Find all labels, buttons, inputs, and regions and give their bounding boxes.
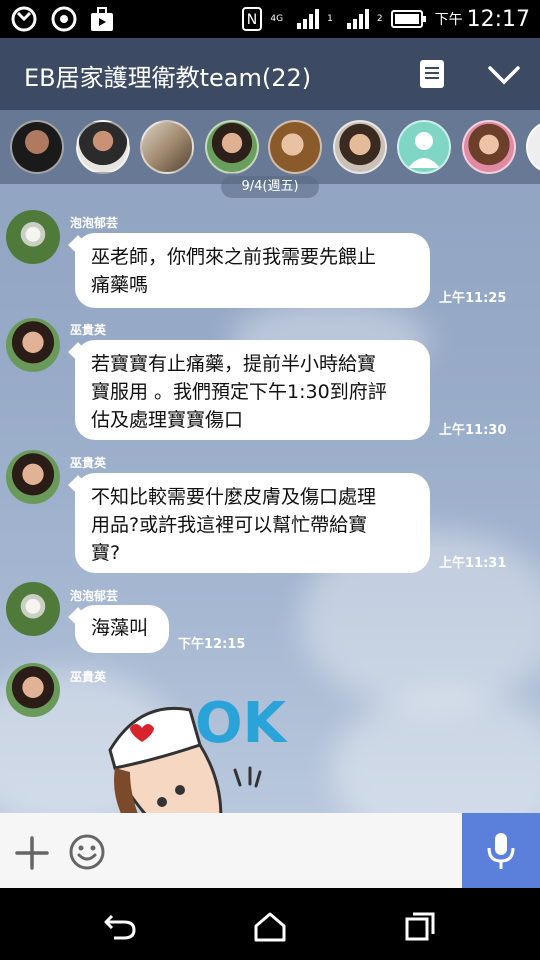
sender-name: 泡泡郁芸 (70, 216, 119, 230)
sender-name: 泡泡郁芸 (70, 589, 119, 603)
message-line: 巫老師，你們來之前我需要先餵止 (91, 246, 377, 268)
network-type: 4G (270, 14, 284, 24)
message-line: 寶服用 。我們預定下午1:30到府評 (91, 381, 387, 403)
clock-ampm: 下午 (434, 12, 463, 28)
sender-name: 巫貴英 (70, 323, 107, 337)
avatar[interactable] (6, 582, 60, 636)
message-line: 海藻叫 (91, 617, 149, 639)
emoji-icon[interactable] (68, 833, 106, 871)
member-avatar[interactable] (333, 120, 387, 174)
member-avatar[interactable] (10, 120, 64, 174)
message-bubble[interactable]: 不知比較需要什麼皮膚及傷口處理 用品?或許我這裡可以幫忙帶給寶 寶? (75, 473, 430, 573)
member-avatar[interactable] (526, 120, 540, 174)
svg-text:N: N (247, 12, 257, 28)
system-nav-bar (0, 888, 540, 960)
member-avatar[interactable] (140, 120, 194, 174)
sticker-text: OK (195, 691, 289, 756)
message-bubble[interactable]: 巫老師，你們來之前我需要先餵止 痛藥嗎 (75, 233, 430, 308)
message-time: 上午11:30 (439, 423, 507, 438)
mic-button[interactable] (462, 813, 540, 888)
sim2-label: 2 (376, 14, 383, 24)
signal-icon-sim1 (297, 9, 320, 29)
member-avatar[interactable] (76, 120, 130, 174)
member-avatar-strip[interactable] (0, 110, 540, 184)
message-line: 若寶寶有止痛藥，提前半小時給寶 (91, 353, 377, 375)
signal-icon-sim2 (346, 9, 369, 29)
message-line: 用品?或許我這裡可以幫忙帶給寶 (91, 514, 368, 536)
home-icon[interactable] (252, 910, 288, 942)
clock-time: 12:17 (466, 6, 530, 32)
avatar[interactable] (6, 450, 60, 504)
message-line: 不知比較需要什麼皮膚及傷口處理 (91, 486, 377, 508)
input-bar (0, 813, 540, 888)
status-bar: N 4G 1 2 下午 12:17 (0, 0, 540, 38)
circle-target-icon (51, 6, 77, 32)
message-time: 上午11:25 (439, 291, 507, 306)
chat-area[interactable]: 9/4(週五) 泡泡郁芸 巫老師，你們來之前我需要先餵止 痛藥嗎 上午11:25… (0, 110, 540, 813)
message-input[interactable] (120, 823, 450, 878)
battery-icon (390, 10, 426, 28)
sync-icon (11, 6, 37, 32)
sim1-label: 1 (327, 14, 333, 24)
avatar[interactable] (6, 663, 60, 717)
message-line: 估及處理寶寶傷口 (91, 409, 244, 431)
member-avatar[interactable] (205, 120, 259, 174)
message-bubble[interactable]: 海藻叫 (75, 605, 169, 653)
member-avatar[interactable] (462, 120, 516, 174)
date-divider: 9/4(週五) (221, 176, 319, 198)
recent-apps-icon[interactable] (402, 910, 438, 942)
message-time: 上午11:31 (439, 556, 507, 571)
avatar[interactable] (6, 318, 60, 372)
chat-header: EB居家護理衛教team(22) (0, 38, 540, 110)
sender-name: 巫貴英 (70, 456, 107, 470)
message-line: 寶? (91, 542, 121, 564)
microphone-icon (487, 833, 515, 869)
shopping-bag-icon (91, 7, 113, 31)
member-avatar[interactable] (268, 120, 322, 174)
avatar[interactable] (6, 210, 60, 264)
nfc-icon: N (242, 7, 263, 31)
group-title[interactable]: EB居家護理衛教team(22) (24, 58, 311, 93)
back-icon[interactable] (102, 910, 138, 942)
nurse-sticker[interactable]: OK (100, 690, 330, 813)
chevron-down-icon[interactable] (486, 58, 522, 90)
notes-icon[interactable] (420, 60, 444, 88)
default-avatar-icon[interactable] (397, 120, 451, 174)
message-bubble[interactable]: 若寶寶有止痛藥，提前半小時給寶 寶服用 。我們預定下午1:30到府評 估及處理寶… (75, 340, 430, 440)
message-time: 下午12:15 (178, 637, 246, 652)
sender-name: 巫貴英 (70, 670, 107, 684)
plus-icon[interactable] (14, 835, 50, 871)
message-line: 痛藥嗎 (91, 274, 149, 296)
